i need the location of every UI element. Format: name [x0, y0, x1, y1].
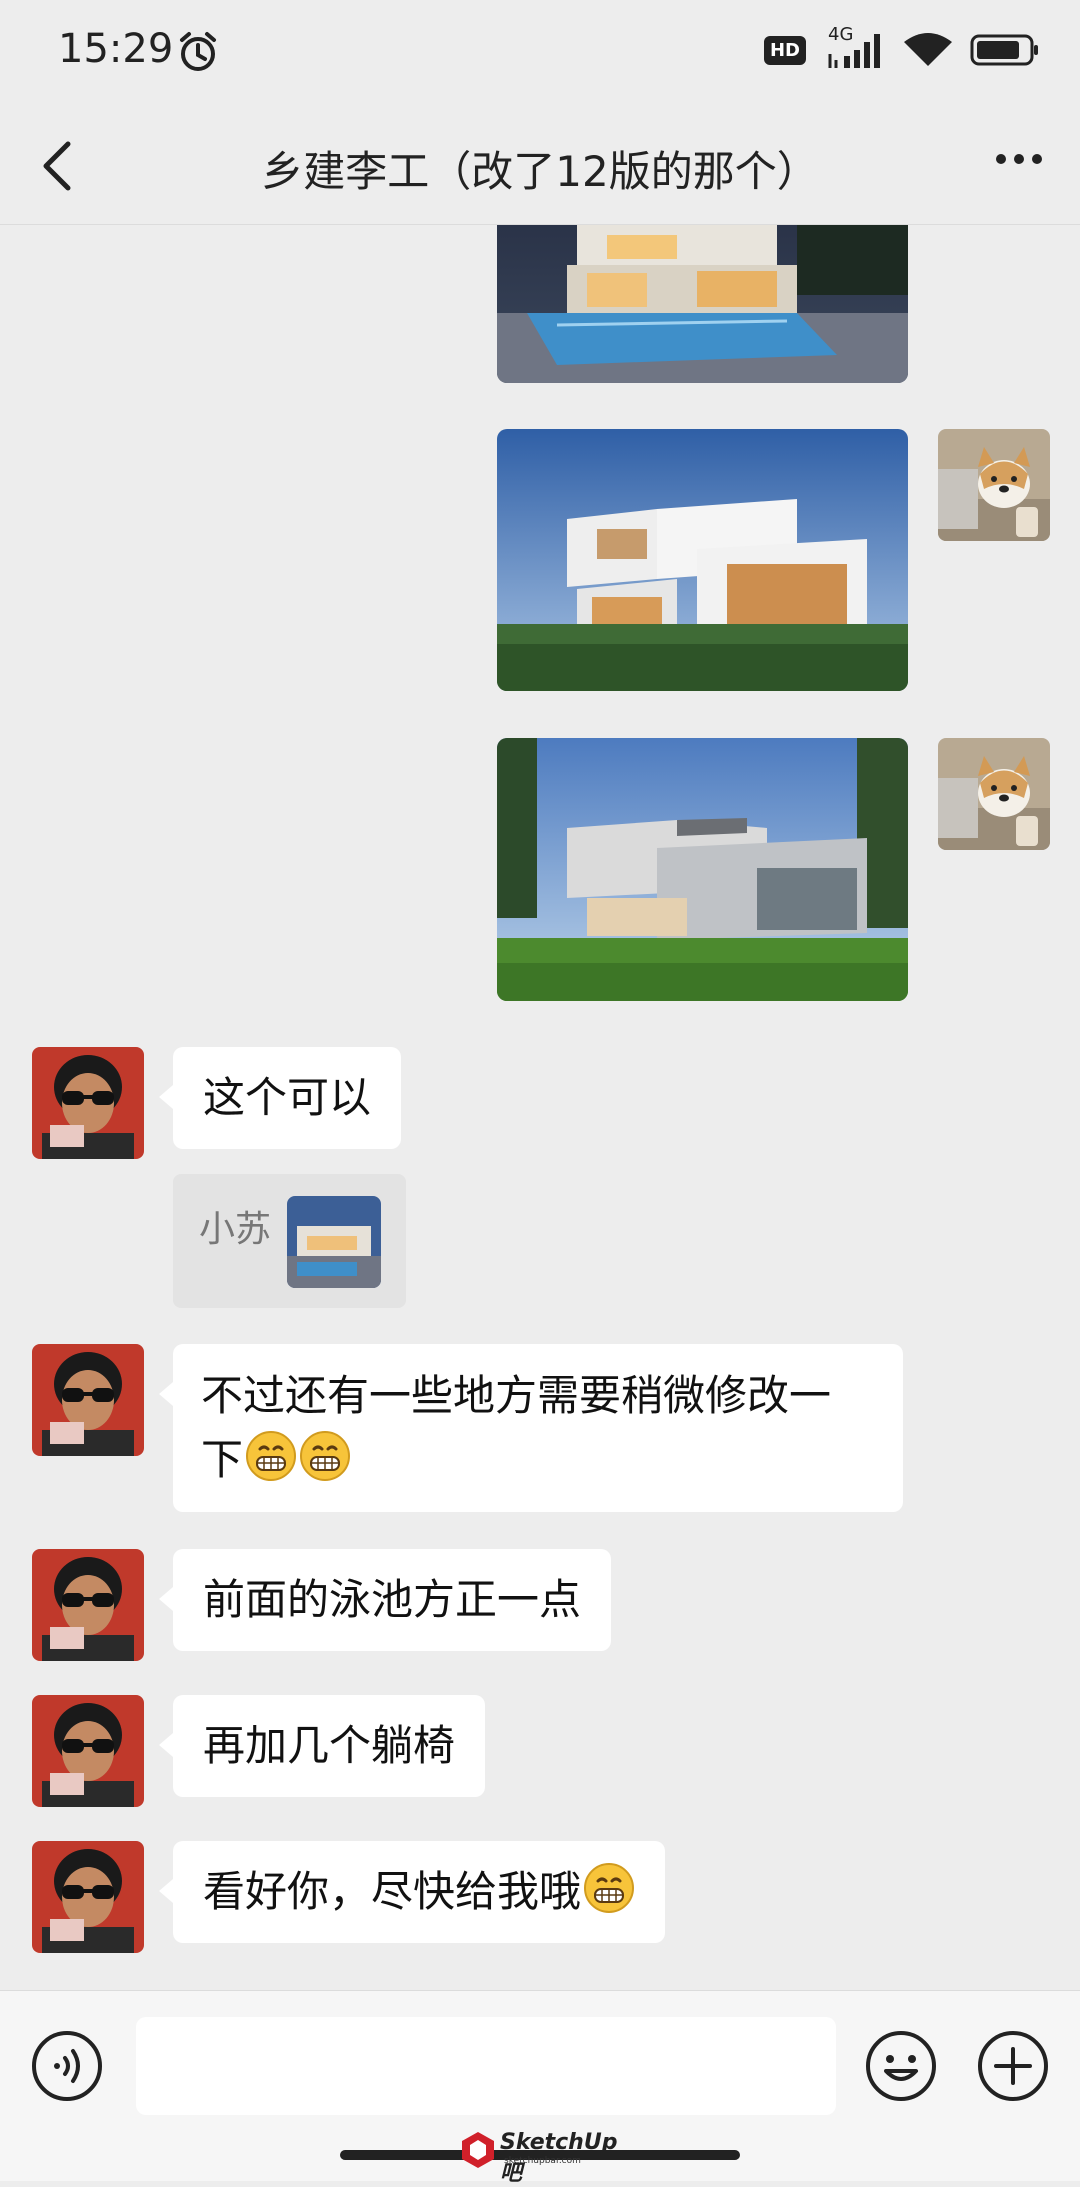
voice-icon[interactable]	[30, 2029, 104, 2103]
battery-icon	[970, 34, 1038, 66]
more-icon[interactable]	[994, 152, 1044, 166]
contact-avatar[interactable]	[32, 1695, 144, 1807]
my-avatar-shiba-icon[interactable]	[938, 429, 1050, 541]
my-avatar-shiba-icon[interactable]	[938, 738, 1050, 850]
signal-icon: 4G	[824, 24, 886, 70]
sketchup-logo-icon	[462, 2132, 494, 2168]
contact-avatar[interactable]	[32, 1047, 144, 1159]
sent-image-villa-garden[interactable]	[497, 738, 908, 1001]
my-avatar-shiba-icon[interactable]	[938, 225, 1050, 231]
contact-avatar[interactable]	[32, 1841, 144, 1953]
status-bar: 15:29 HD 4G	[0, 0, 1080, 108]
quote-image-thumbnail[interactable]	[287, 1196, 381, 1288]
alarm-icon	[180, 32, 216, 71]
message-bubble: 再加几个躺椅	[158, 1695, 486, 1797]
message-line-1: 不过还有一些地方需要稍微修改一	[201, 1371, 832, 1420]
contact-avatar[interactable]	[32, 1344, 144, 1456]
watermark-logo: SketchUp吧 sketchupbar.com	[460, 2128, 620, 2186]
wifi-icon	[904, 33, 952, 66]
status-time: 15:29	[58, 26, 174, 72]
watermark-url: sketchupbar.com	[504, 2156, 581, 2166]
message-text: 看好你，尽快给我哦	[203, 1867, 582, 1916]
grin-emoji-icon	[584, 1863, 635, 1913]
chat-title: 乡建李工（改了12版的那个）	[261, 147, 819, 196]
message-bubble: 看好你，尽快给我哦	[158, 1841, 666, 1943]
chat-header: 乡建李工（改了12版的那个）	[0, 108, 1080, 225]
grin-emoji-icon	[300, 1431, 351, 1481]
contact-avatar[interactable]	[32, 1549, 144, 1661]
message-bubble: 这个可以	[158, 1047, 402, 1149]
emoji-icon[interactable]	[864, 2029, 938, 2103]
sent-image-villa-pool[interactable]	[497, 225, 908, 383]
message-input[interactable]	[136, 2017, 836, 2115]
plus-icon[interactable]	[976, 2029, 1050, 2103]
message-bubble: 前面的泳池方正一点	[158, 1549, 612, 1651]
quote-sender: 小苏	[199, 1209, 272, 1250]
message-bubble: 不过还有一些地方需要稍微修改一 下	[159, 1344, 903, 1512]
sent-image-villa-lawn[interactable]	[497, 429, 908, 691]
message-line-2: 下	[201, 1428, 875, 1492]
quote-reference[interactable]: 小苏	[173, 1174, 406, 1308]
hd-badge: HD	[763, 35, 806, 65]
grin-emoji-icon	[246, 1431, 297, 1481]
